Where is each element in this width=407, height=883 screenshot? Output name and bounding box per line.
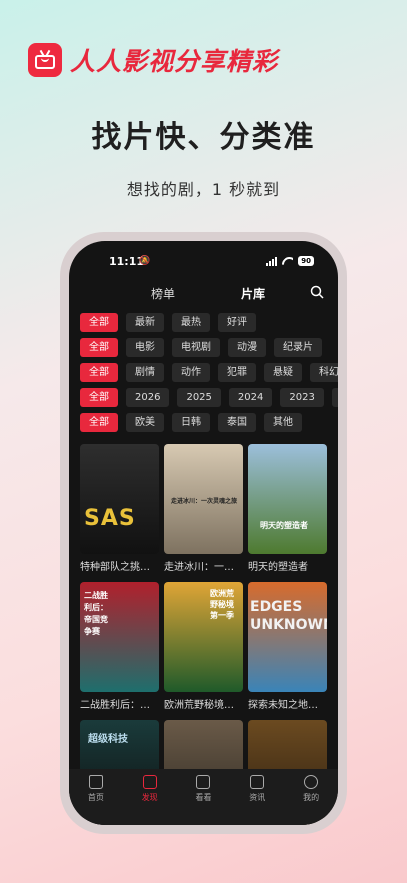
filter-chip[interactable]: 犯罪 xyxy=(218,363,256,382)
filter-chip[interactable]: 最新 xyxy=(126,313,164,332)
filter-chip[interactable]: 欧美 xyxy=(126,413,164,432)
bottom-nav-label: 发现 xyxy=(141,793,158,802)
play-icon xyxy=(196,775,211,789)
card-title: 特种部队之挑… xyxy=(80,562,150,573)
filter-row: 全部 最新 最热 好评 xyxy=(69,313,338,332)
filter-row: 全部 剧情 动作 犯罪 悬疑 科幻 xyxy=(69,363,338,382)
filter-chip[interactable]: 全部 xyxy=(80,313,118,332)
content-card[interactable]: EDGES UNKNOWN 探索未知之地… xyxy=(248,582,327,711)
filter-chip[interactable]: 悬疑 xyxy=(264,363,302,382)
filter-chip[interactable]: 全部 xyxy=(80,338,118,357)
tab-library[interactable]: 片库 xyxy=(241,285,265,302)
filter-chip[interactable]: 最热 xyxy=(172,313,210,332)
content-card[interactable]: 欧洲荒野秘境 第一季欧洲荒野秘境… xyxy=(164,582,243,711)
filter-chip[interactable]: 全部 xyxy=(80,363,118,382)
poster-image[interactable]: SAS xyxy=(80,444,159,554)
filter-chip[interactable]: 日韩 xyxy=(172,413,210,432)
card-title: 明天的塑造者 xyxy=(248,562,308,573)
filter-chip[interactable]: 2023 xyxy=(280,388,324,407)
filter-chip[interactable]: 电视剧 xyxy=(172,338,220,357)
bottom-nav-item[interactable]: 看看 xyxy=(183,775,223,825)
bottom-nav-label: 首页 xyxy=(87,793,104,802)
filter-chip[interactable]: 动漫 xyxy=(228,338,266,357)
filter-row: 全部 欧美 日韩 泰国 其他 xyxy=(69,413,338,432)
bell-icon: 🔕 xyxy=(139,256,151,266)
brand: 人人影视分享精彩 xyxy=(28,42,278,78)
tab-rankings[interactable]: 榜单 xyxy=(151,285,175,302)
filter-row: 全部 电影 电视剧 动漫 纪录片 xyxy=(69,338,338,357)
tv-logo-icon xyxy=(28,43,62,77)
brand-name: 人人影视分享精彩 xyxy=(70,47,279,76)
poster-image[interactable]: 明天的塑造者 xyxy=(248,444,327,554)
poster-image[interactable]: 二战胜利后：帝国竞争赛 xyxy=(80,582,159,692)
filter-chip[interactable]: 科幻 xyxy=(310,363,338,382)
signal-icon xyxy=(266,256,278,266)
poster-image[interactable]: EDGES UNKNOWN xyxy=(248,582,327,692)
filter-chip[interactable]: 全部 xyxy=(80,388,118,407)
profile-icon xyxy=(304,775,319,789)
content-card[interactable]: 明天的塑造者 明天的塑造者 xyxy=(248,444,327,573)
battery-indicator: 90 xyxy=(298,256,314,266)
search-icon[interactable] xyxy=(310,285,324,299)
filter-chip[interactable]: 2025 xyxy=(177,388,221,407)
content-card[interactable]: SAS 特种部队之挑… xyxy=(80,444,159,573)
bottom-nav-item[interactable]: 首页 xyxy=(76,775,116,825)
content-card[interactable]: 走进冰川：一次灵魂之旅走进冰川：一… xyxy=(164,444,243,573)
home-icon xyxy=(88,775,103,789)
poster-image[interactable]: 欧洲荒野秘境 第一季 xyxy=(164,582,243,692)
filter-chip[interactable]: 电影 xyxy=(126,338,164,357)
poster-title: 走进冰川：一次灵魂之旅 xyxy=(170,498,237,505)
card-title: 二战胜利后：… xyxy=(80,700,150,711)
news-icon xyxy=(250,775,265,789)
filter-chip[interactable]: 2022 xyxy=(331,388,338,407)
poster-title: 超级科技 xyxy=(88,734,128,745)
bottom-nav-label: 看看 xyxy=(195,793,212,802)
poster-title: SAS xyxy=(84,506,136,531)
bottom-nav-item[interactable]: 我的 xyxy=(291,775,331,825)
filter-chip[interactable]: 剧情 xyxy=(126,363,164,382)
card-title: 探索未知之地… xyxy=(248,700,318,711)
poster-title: 明天的塑造者 xyxy=(260,521,308,530)
bottom-nav-label: 我的 xyxy=(303,793,320,802)
poster-image[interactable]: 走进冰川：一次灵魂之旅 xyxy=(164,444,243,554)
filter-chip[interactable]: 其他 xyxy=(264,413,302,432)
bottom-nav-item[interactable]: 资讯 xyxy=(237,775,277,825)
filter-chip[interactable]: 2026 xyxy=(126,388,170,407)
poster-title: 二战胜利后：帝国竞争赛 xyxy=(84,591,108,636)
subline: 想找的剧，1 秒就到 xyxy=(126,180,281,199)
filter-chip[interactable]: 泰国 xyxy=(218,413,256,432)
bottom-nav-label: 资讯 xyxy=(249,793,266,802)
content-card[interactable]: 二战胜利后：帝国竞争赛二战胜利后：… xyxy=(80,582,159,711)
filter-chip[interactable]: 动作 xyxy=(172,363,210,382)
headline: 找片快、分类准 xyxy=(91,120,316,155)
poster-title: EDGES UNKNOWN xyxy=(250,599,327,633)
filter-chip[interactable]: 2024 xyxy=(228,388,273,407)
phone-frame: 11:11 🔕 90 榜单 片库 全部 最新 最热 好评 全部 电影 电视剧 动漫 纪录片 全部剧… xyxy=(60,232,347,834)
filter-chip[interactable]: 好评 xyxy=(218,313,256,332)
wifi-icon xyxy=(282,257,293,265)
filter-chip[interactable]: 纪录片 xyxy=(274,338,322,357)
discover-icon xyxy=(142,775,157,789)
poster-title: 欧洲荒野秘境 第一季 xyxy=(210,589,234,620)
bottom-nav-item[interactable]: 发现 xyxy=(130,775,170,825)
filter-panel: 全部 最新 最热 好评 全部 电影 电视剧 动漫 纪录片 全部 剧情 动作 犯罪 悬疑 科幻 全部 2026 20… xyxy=(69,313,338,438)
card-title: 走进冰川：一… xyxy=(164,562,234,573)
card-title: 欧洲荒野秘境… xyxy=(164,700,234,711)
filter-row: 全部 2026 2025 2024 2023 2022 xyxy=(69,388,338,407)
phone-screen: 11:11 🔕 90 榜单 片库 全部 最新 最热 好评 全部 电影 电视剧 动漫 纪录片 全部剧… xyxy=(69,241,338,825)
bottom-nav: 首页 发现 看看 资讯 我的 xyxy=(69,769,338,825)
filter-chip[interactable]: 全部 xyxy=(80,413,118,432)
top-nav: 榜单 片库 xyxy=(69,285,338,309)
status-bar: 11:11 🔕 90 xyxy=(69,255,338,273)
